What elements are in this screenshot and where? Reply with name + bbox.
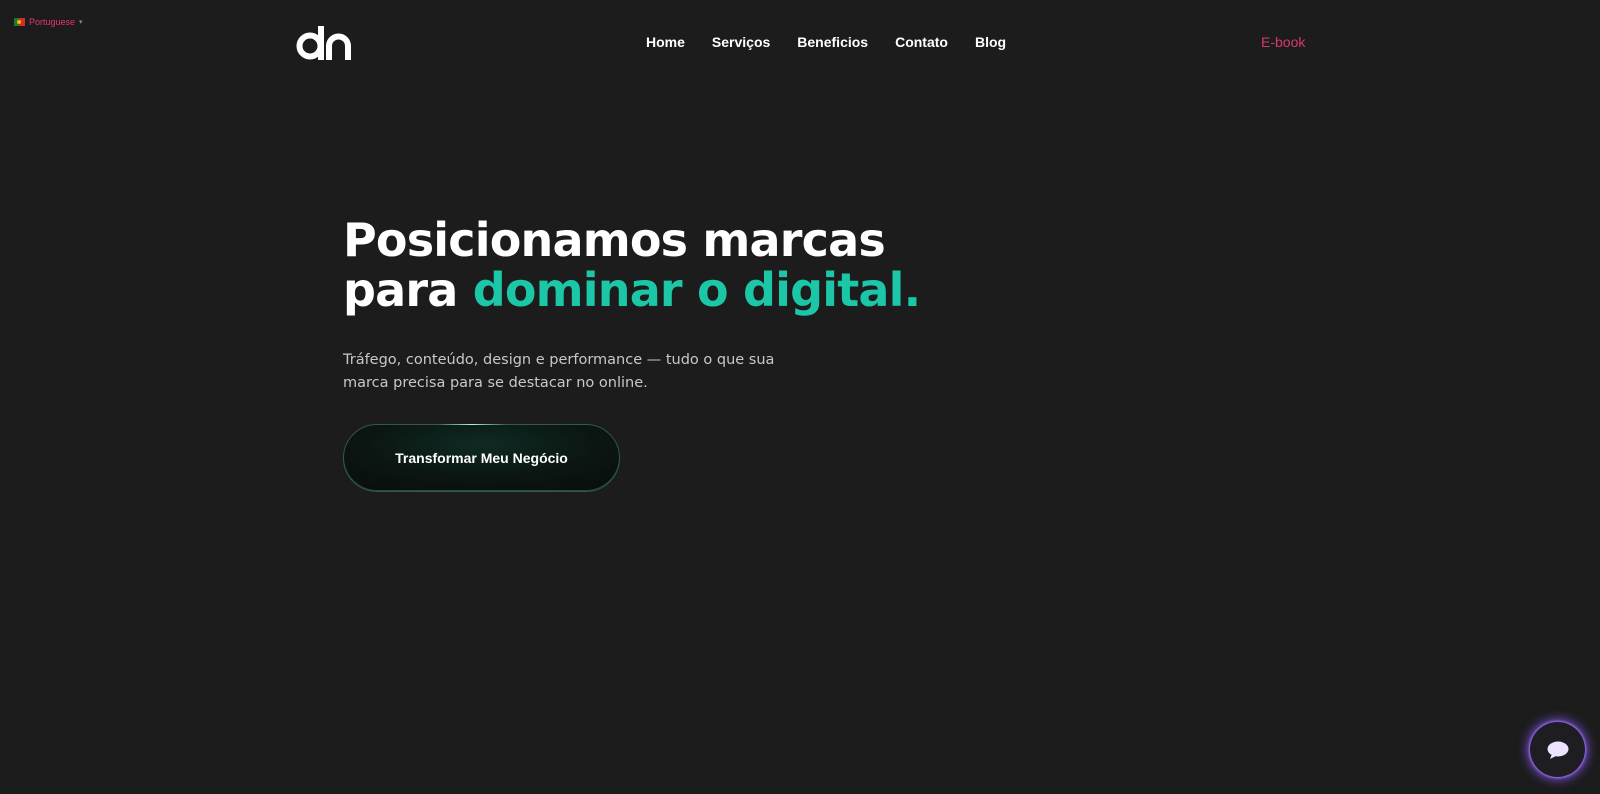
headline-line1: Posicionamos marcas (343, 213, 886, 267)
nav-home[interactable]: Home (646, 34, 685, 50)
chat-widget-button[interactable] (1530, 722, 1585, 777)
language-selector[interactable]: Portuguese ▾ (14, 17, 83, 27)
headline-accent: dominar o digital. (472, 263, 921, 317)
cta-button[interactable]: Transformar Meu Negócio (343, 424, 620, 492)
chevron-down-icon: ▾ (79, 19, 83, 26)
nav-servicos[interactable]: Serviços (712, 34, 770, 50)
headline-line2-prefix: para (343, 263, 473, 317)
brand-logo[interactable] (296, 24, 354, 62)
nav-beneficios[interactable]: Beneficios (797, 34, 868, 50)
dn-logo-icon (296, 26, 351, 60)
language-label: Portuguese (29, 17, 76, 27)
ebook-link[interactable]: E-book (1261, 34, 1305, 50)
portugal-flag-icon (14, 18, 25, 26)
hero-headline: Posicionamos marcas para dominar o digit… (343, 213, 921, 317)
hero-subtitle: Tráfego, conteúdo, design e performance … (343, 352, 775, 391)
nav-blog[interactable]: Blog (975, 34, 1006, 50)
main-nav: Home Serviços Beneficios Contato Blog (646, 34, 1006, 50)
nav-contato[interactable]: Contato (895, 34, 948, 50)
chat-bubble-icon (1547, 741, 1568, 759)
cta-label: Transformar Meu Negócio (395, 450, 568, 466)
hero-section: Posicionamos marcas para dominar o digit… (343, 213, 921, 492)
